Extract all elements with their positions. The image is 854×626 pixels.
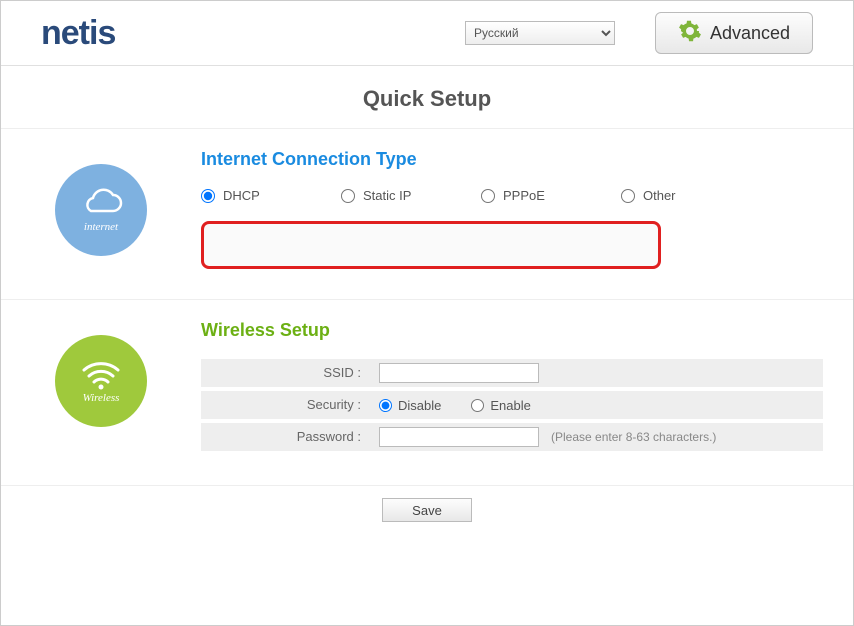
radio-dhcp-input[interactable] <box>201 189 215 203</box>
radio-enable-input[interactable] <box>471 399 484 412</box>
radio-other[interactable]: Other <box>621 188 761 203</box>
wireless-icon-caption: Wireless <box>83 392 120 404</box>
connection-type-radios: DHCP Static IP PPPoE Other <box>201 188 823 203</box>
save-button[interactable]: Save <box>382 498 472 522</box>
advanced-label: Advanced <box>710 23 790 44</box>
advanced-button[interactable]: Advanced <box>655 12 813 54</box>
radio-other-input[interactable] <box>621 189 635 203</box>
password-input[interactable] <box>379 427 539 447</box>
header: netis Русский Advanced <box>1 1 853 66</box>
page-title: Quick Setup <box>1 86 853 112</box>
internet-section-title: Internet Connection Type <box>201 149 823 170</box>
ssid-input[interactable] <box>379 363 539 383</box>
page-title-bar: Quick Setup <box>1 66 853 128</box>
language-select[interactable]: Русский <box>465 21 615 45</box>
wireless-icon: Wireless <box>55 335 147 427</box>
radio-pppoe[interactable]: PPPoE <box>481 188 621 203</box>
wireless-section: Wireless Wireless Setup SSID : Security … <box>1 299 853 485</box>
radio-pppoe-input[interactable] <box>481 189 495 203</box>
internet-icon: internet <box>55 164 147 256</box>
ssid-label: SSID : <box>201 359 371 387</box>
logo: netis <box>41 14 115 53</box>
radio-dhcp[interactable]: DHCP <box>201 188 341 203</box>
password-hint: (Please enter 8-63 characters.) <box>551 430 716 444</box>
radio-security-enable[interactable]: Enable <box>471 398 530 413</box>
gear-icon <box>678 19 702 48</box>
highlighted-area <box>201 221 661 269</box>
radio-disable-input[interactable] <box>379 399 392 412</box>
logo-text: netis <box>41 14 115 53</box>
wireless-section-title: Wireless Setup <box>201 320 823 341</box>
radio-static-input[interactable] <box>341 189 355 203</box>
internet-section: internet Internet Connection Type DHCP S… <box>1 128 853 299</box>
radio-security-disable[interactable]: Disable <box>379 398 441 413</box>
footer: Save <box>1 485 853 534</box>
radio-static-ip[interactable]: Static IP <box>341 188 481 203</box>
security-label: Security : <box>201 391 371 419</box>
password-label: Password : <box>201 423 371 451</box>
internet-icon-caption: internet <box>84 221 118 233</box>
